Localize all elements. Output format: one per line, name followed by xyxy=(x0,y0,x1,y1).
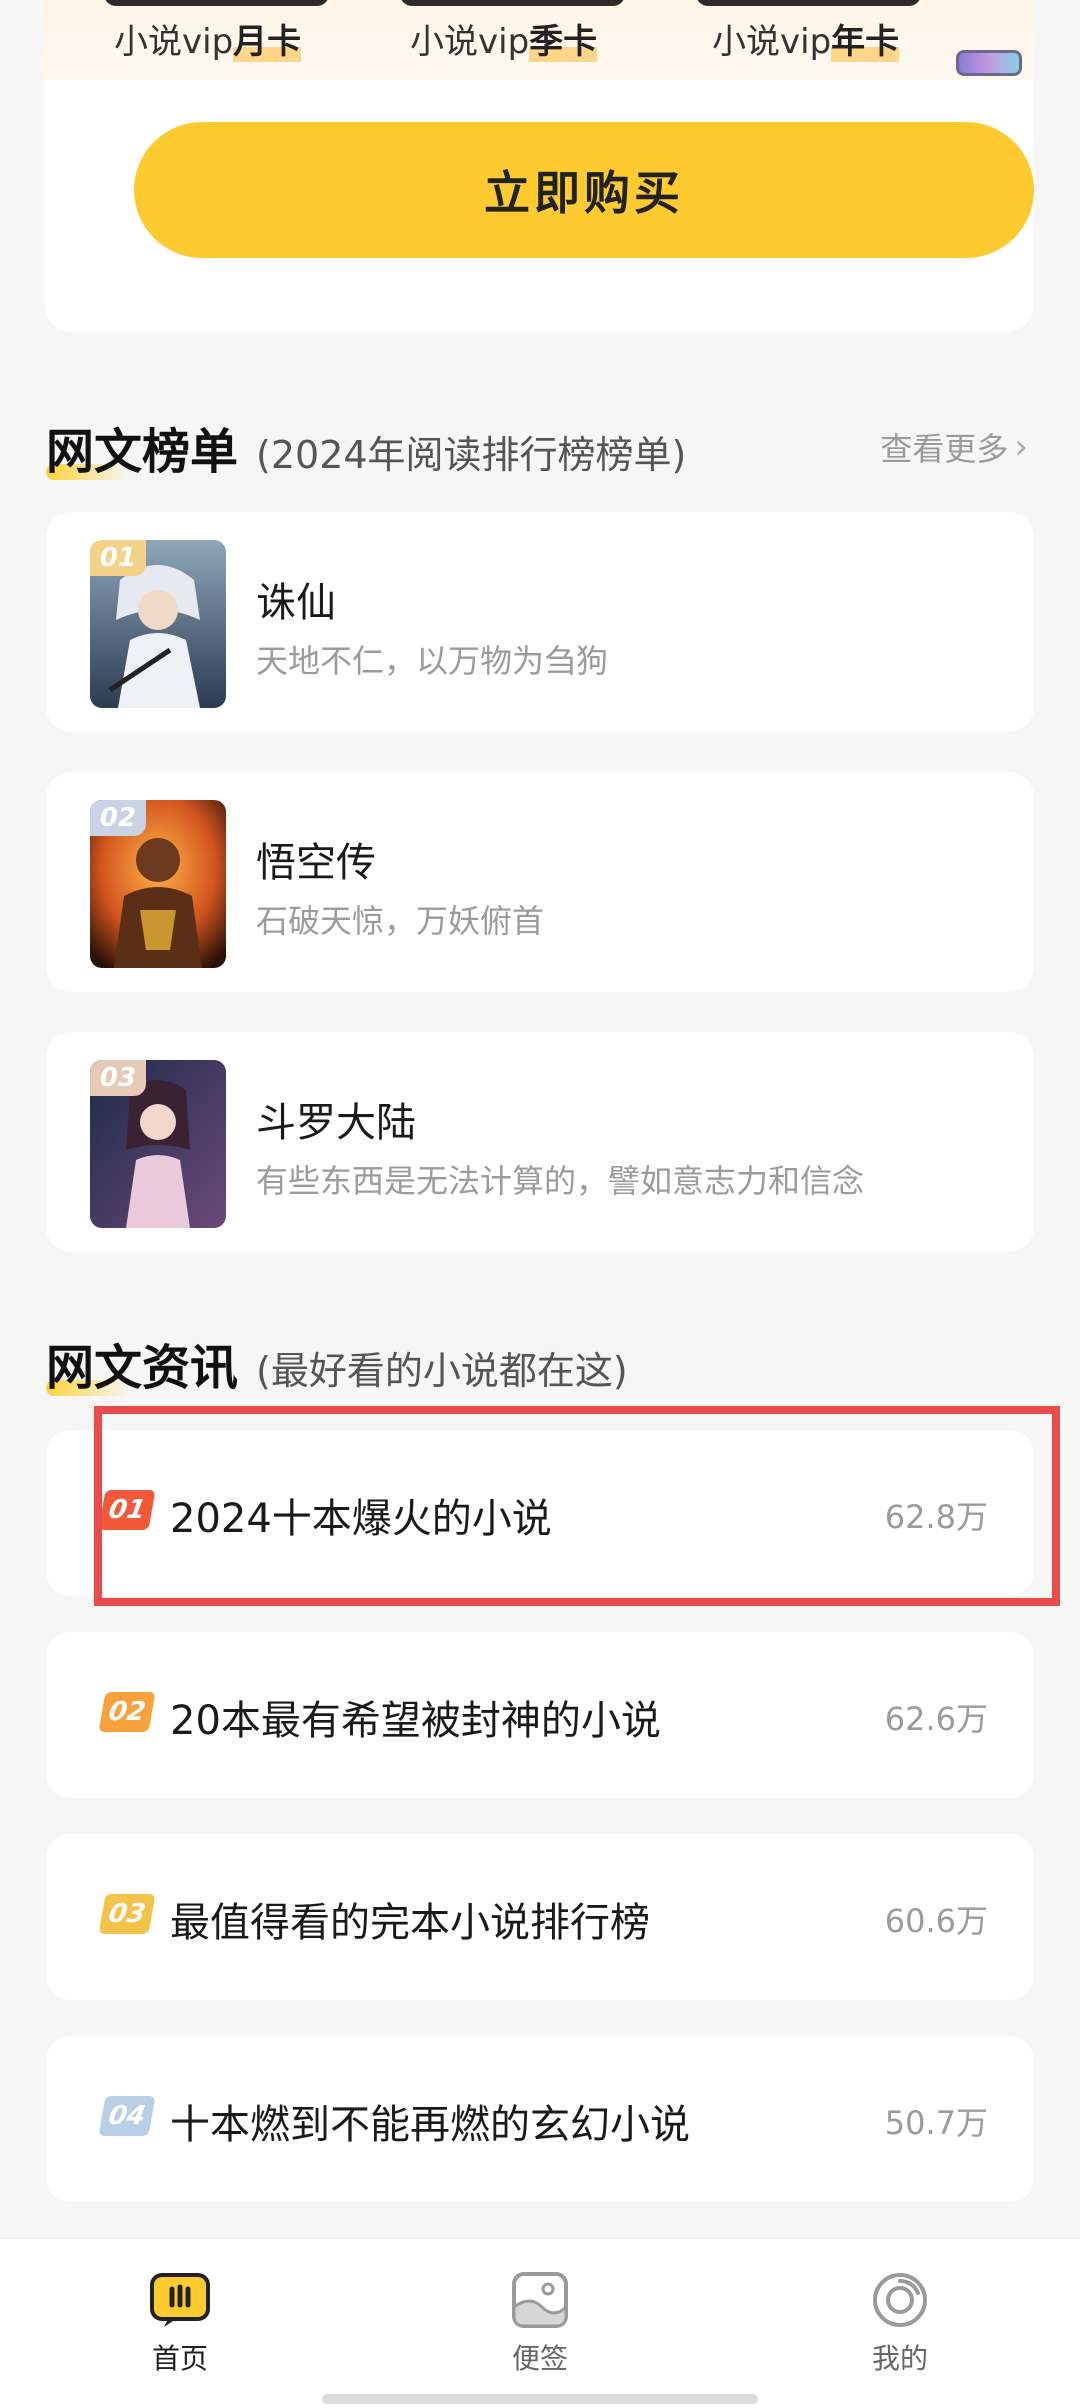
nav-tab-notes[interactable]: 便签 xyxy=(470,2271,610,2377)
ranking-section-subtitle: (2024年阅读排行榜榜单) xyxy=(256,433,687,477)
rank-badge: 03 xyxy=(90,1060,146,1096)
book-title: 诛仙 xyxy=(256,580,336,626)
vip-tab-edge xyxy=(104,0,329,6)
notes-icon xyxy=(510,2271,570,2329)
ranking-item-wukongzhuan[interactable]: 02 悟空传 石破天惊，万妖俯首 xyxy=(46,772,1034,992)
nav-tab-profile[interactable]: 我的 xyxy=(830,2271,970,2377)
bottom-nav: 首页 便签 我的 xyxy=(0,2238,1080,2408)
book-description: 石破天惊，万妖俯首 xyxy=(256,902,545,940)
book-title: 悟空传 xyxy=(256,840,376,886)
news-item[interactable]: 04 十本燃到不能再燃的玄幻小说 50.7万 xyxy=(46,2036,1034,2202)
book-title: 斗罗大陆 xyxy=(256,1100,416,1146)
news-rank-badge: 02 xyxy=(98,1692,156,1732)
news-item[interactable]: 03 最值得看的完本小说排行榜 60.6万 xyxy=(46,1834,1034,2000)
vip-purchase-card: 小说vip月卡 小说vip季卡 小说vip年卡 立即购买 xyxy=(44,0,1034,332)
book-cover: 02 xyxy=(90,800,226,968)
book-description: 有些东西是无法计算的，譬如意志力和信念 xyxy=(256,1162,865,1200)
home-icon xyxy=(150,2271,210,2329)
news-view-count: 50.7万 xyxy=(884,2104,988,2142)
vip-tab-edge xyxy=(400,0,625,6)
news-section-subtitle: (最好看的小说都在这) xyxy=(256,1349,628,1393)
vip-option-yearly[interactable]: 小说vip年卡 xyxy=(712,14,900,63)
news-title: 十本燃到不能再燃的玄幻小说 xyxy=(170,2102,690,2148)
news-section-title: 网文资讯 xyxy=(46,1328,238,1398)
vip-option-quarterly[interactable]: 小说vip季卡 xyxy=(410,14,598,63)
news-title: 20本最有希望被封神的小说 xyxy=(170,1698,661,1744)
ranking-item-zhuxian[interactable]: 01 诛仙 天地不仁，以万物为刍狗 xyxy=(46,512,1034,732)
ranking-section-title: 网文榜单 xyxy=(46,412,238,482)
book-description: 天地不仁，以万物为刍狗 xyxy=(256,642,609,680)
nav-tab-home[interactable]: 首页 xyxy=(110,2271,250,2377)
news-rank-badge: 03 xyxy=(98,1894,156,1934)
vip-tab-edge xyxy=(696,0,921,6)
chevron-right-icon: › xyxy=(1014,427,1028,467)
buy-now-button[interactable]: 立即购买 xyxy=(134,122,1034,258)
book-cover: 03 xyxy=(90,1060,226,1228)
vip-option-monthly[interactable]: 小说vip月卡 xyxy=(114,14,302,63)
home-indicator xyxy=(322,2394,758,2404)
book-cover: 01 xyxy=(90,540,226,708)
rank-badge: 01 xyxy=(90,540,146,576)
rank-badge: 02 xyxy=(90,800,146,836)
see-more-link[interactable]: 查看更多 › xyxy=(880,424,1028,470)
profile-icon xyxy=(870,2271,930,2329)
news-section-header: 网文资讯 (最好看的小说都在这) xyxy=(46,1328,628,1398)
news-rank-badge: 04 xyxy=(98,2096,156,2136)
highlight-box xyxy=(94,1406,1060,1606)
news-view-count: 60.6万 xyxy=(884,1902,988,1940)
news-view-count: 62.6万 xyxy=(884,1700,988,1738)
ranking-section-header: 网文榜单 (2024年阅读排行榜榜单) xyxy=(46,412,686,482)
news-item[interactable]: 02 20本最有希望被封神的小说 62.6万 xyxy=(46,1632,1034,1798)
news-title: 最值得看的完本小说排行榜 xyxy=(170,1900,650,1946)
vip-scroll-indicator xyxy=(956,50,1022,76)
ranking-item-douluodalu[interactable]: 03 斗罗大陆 有些东西是无法计算的，譬如意志力和信念 xyxy=(46,1032,1034,1252)
